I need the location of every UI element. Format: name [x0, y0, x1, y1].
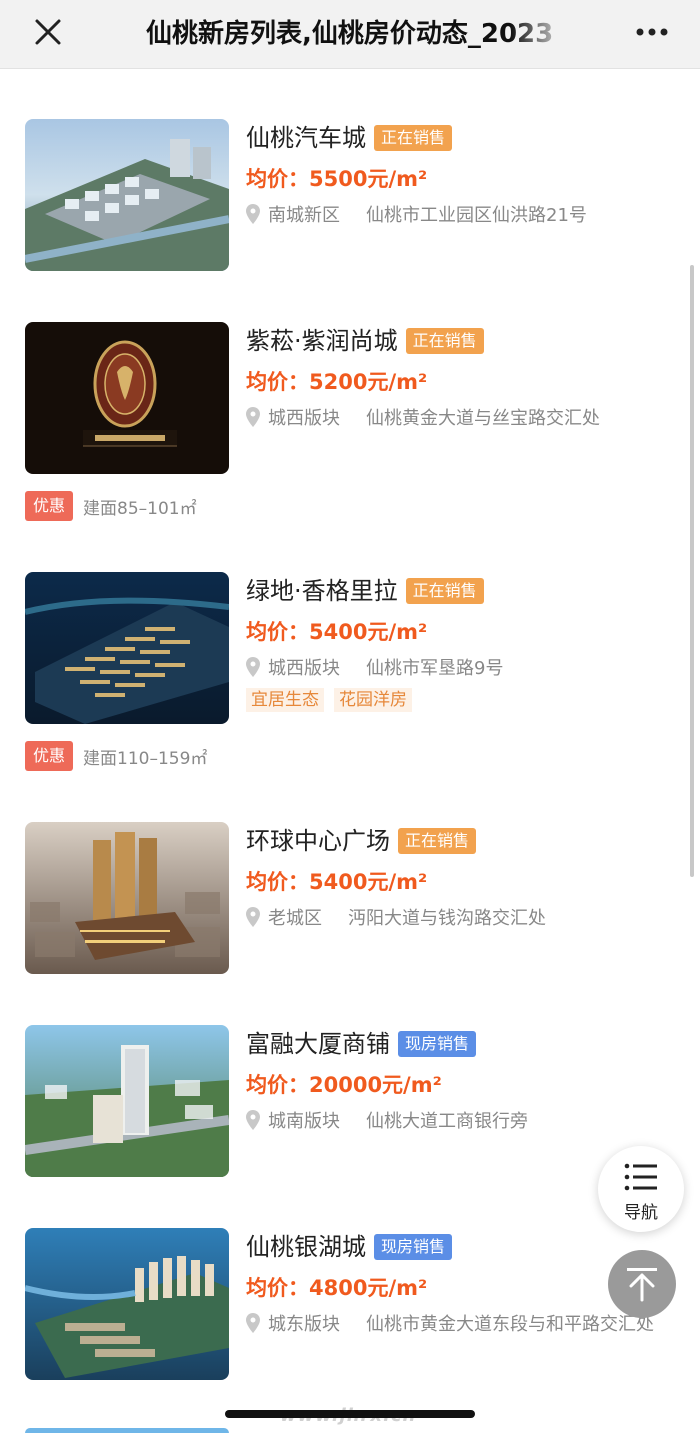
listing-address: 仙桃大道工商银行旁: [366, 1111, 528, 1132]
status-badge: 正在销售: [405, 328, 484, 354]
home-indicator[interactable]: [225, 1410, 475, 1418]
scrollbar[interactable]: [690, 265, 694, 877]
status-badge: 正在销售: [374, 125, 453, 151]
listing-name[interactable]: 环球中心广场: [246, 822, 390, 860]
back-to-top-button[interactable]: [608, 1250, 676, 1318]
listing-district: 城西版块: [268, 408, 340, 429]
listing-info: 环球中心广场 正在销售 均价：5400元/m² 老城区 沔阳大道与钱沟路交汇处: [246, 822, 676, 930]
next-listing-thumbnail: [25, 1428, 229, 1433]
listing-address: 仙桃市黄金大道东段与和平路交汇处: [366, 1314, 654, 1335]
listing-name[interactable]: 绿地·香格里拉: [246, 572, 398, 610]
listing-item[interactable]: 仙桃汽车城 正在销售 均价：5500元/m² 南城新区 仙桃市工业园区仙洪路21号: [0, 119, 700, 271]
listing-item[interactable]: 绿地·香格里拉 正在销售 均价：5400元/m² 城西版块 仙桃市军垦路9号 宜居…: [0, 572, 700, 772]
top-bar: 仙桃新房列表,仙桃房价动态_2023: [0, 0, 700, 69]
listing-price: 均价：5400元/m²: [246, 620, 428, 644]
promo-row: 优惠 建面85–101㎡: [25, 490, 197, 522]
listing-price: 均价：5200元/m²: [246, 370, 428, 394]
listing-info: 紫菘·紫润尚城 正在销售 均价：5200元/m² 城西版块 仙桃黄金大道与丝宝路交…: [246, 322, 676, 430]
listing-tags: 宜居生态 花园洋房: [246, 688, 676, 712]
listing-thumbnail[interactable]: [25, 822, 229, 974]
listing-thumbnail[interactable]: [25, 572, 229, 724]
listing-thumbnail[interactable]: [25, 1025, 229, 1177]
listing-thumbnail[interactable]: [25, 119, 229, 271]
listing-price: 均价：20000元/m²: [246, 1073, 442, 1097]
listing-location: 南城新区 仙桃市工业园区仙洪路21号: [246, 201, 676, 227]
listing-info: 仙桃汽车城 正在销售 均价：5500元/m² 南城新区 仙桃市工业园区仙洪路21号: [246, 119, 676, 227]
listing-price: 均价：5500元/m²: [246, 167, 428, 191]
listing-address: 仙桃黄金大道与丝宝路交汇处: [366, 408, 600, 429]
status-badge: 现房销售: [398, 1031, 477, 1057]
listing-name[interactable]: 富融大厦商铺: [246, 1025, 390, 1063]
listing-name[interactable]: 仙桃银湖城: [246, 1228, 366, 1266]
listing-location: 城西版块 仙桃市军垦路9号: [246, 654, 676, 680]
listing-location: 城南版块 仙桃大道工商银行旁: [246, 1107, 676, 1133]
listing-location: 老城区 沔阳大道与钱沟路交汇处: [246, 904, 676, 930]
listing-district: 城西版块: [268, 658, 340, 679]
listing-district: 城南版块: [268, 1111, 340, 1132]
listing-address: 沔阳大道与钱沟路交汇处: [348, 908, 546, 929]
location-pin-icon: [246, 1313, 260, 1333]
listing-district: 南城新区: [268, 205, 340, 226]
feature-tag: 花园洋房: [334, 688, 412, 712]
listing-location: 城东版块 仙桃市黄金大道东段与和平路交汇处: [246, 1310, 676, 1336]
listing-item[interactable]: 仙桃银湖城 现房销售 均价：4800元/m² 城东版块 仙桃市黄金大道东段与和平路…: [0, 1228, 700, 1380]
listing-name[interactable]: 紫菘·紫润尚城: [246, 322, 398, 360]
listing-location: 城西版块 仙桃黄金大道与丝宝路交汇处: [246, 404, 676, 430]
location-pin-icon: [246, 657, 260, 677]
listing-item[interactable]: 富融大厦商铺 现房销售 均价：20000元/m² 城南版块 仙桃大道工商银行旁: [0, 1025, 700, 1177]
promo-badge: 优惠: [25, 491, 74, 521]
listing-item[interactable]: 环球中心广场 正在销售 均价：5400元/m² 老城区 沔阳大道与钱沟路交汇处: [0, 822, 700, 974]
listing-thumbnail[interactable]: [25, 322, 229, 474]
listing-item[interactable]: 紫菘·紫润尚城 正在销售 均价：5200元/m² 城西版块 仙桃黄金大道与丝宝路交…: [0, 322, 700, 522]
page-title: 仙桃新房列表,仙桃房价动态_2023: [146, 19, 554, 49]
listing-price: 均价：5400元/m²: [246, 870, 428, 894]
close-icon[interactable]: [30, 14, 66, 50]
listing-district: 城东版块: [268, 1314, 340, 1335]
promo-text: 建面110–159㎡: [83, 748, 208, 769]
listing-address: 仙桃市军垦路9号: [366, 658, 504, 679]
listing-district: 老城区: [268, 908, 322, 929]
promo-badge: 优惠: [25, 741, 74, 771]
status-badge: 正在销售: [398, 828, 477, 854]
more-horizontal-icon[interactable]: [632, 18, 672, 46]
menu-list-icon: [624, 1163, 657, 1191]
location-pin-icon: [246, 407, 260, 427]
listing-name[interactable]: 仙桃汽车城: [246, 119, 366, 157]
back-to-top-icon: [627, 1268, 657, 1302]
location-pin-icon: [246, 204, 260, 224]
status-badge: 正在销售: [405, 578, 484, 604]
promo-row: 优惠 建面110–159㎡: [25, 740, 207, 772]
listing-address: 仙桃市工业园区仙洪路21号: [366, 205, 587, 226]
status-badge: 现房销售: [374, 1234, 453, 1260]
listing-info: 富融大厦商铺 现房销售 均价：20000元/m² 城南版块 仙桃大道工商银行旁: [246, 1025, 676, 1133]
feature-tag: 宜居生态: [246, 688, 324, 712]
location-pin-icon: [246, 907, 260, 927]
nav-button[interactable]: 导航: [598, 1146, 684, 1232]
nav-label: 导航: [624, 1203, 658, 1223]
location-pin-icon: [246, 1110, 260, 1130]
listing-thumbnail[interactable]: [25, 1228, 229, 1380]
promo-text: 建面85–101㎡: [83, 498, 197, 519]
listing-info: 绿地·香格里拉 正在销售 均价：5400元/m² 城西版块 仙桃市军垦路9号 宜居…: [246, 572, 676, 712]
